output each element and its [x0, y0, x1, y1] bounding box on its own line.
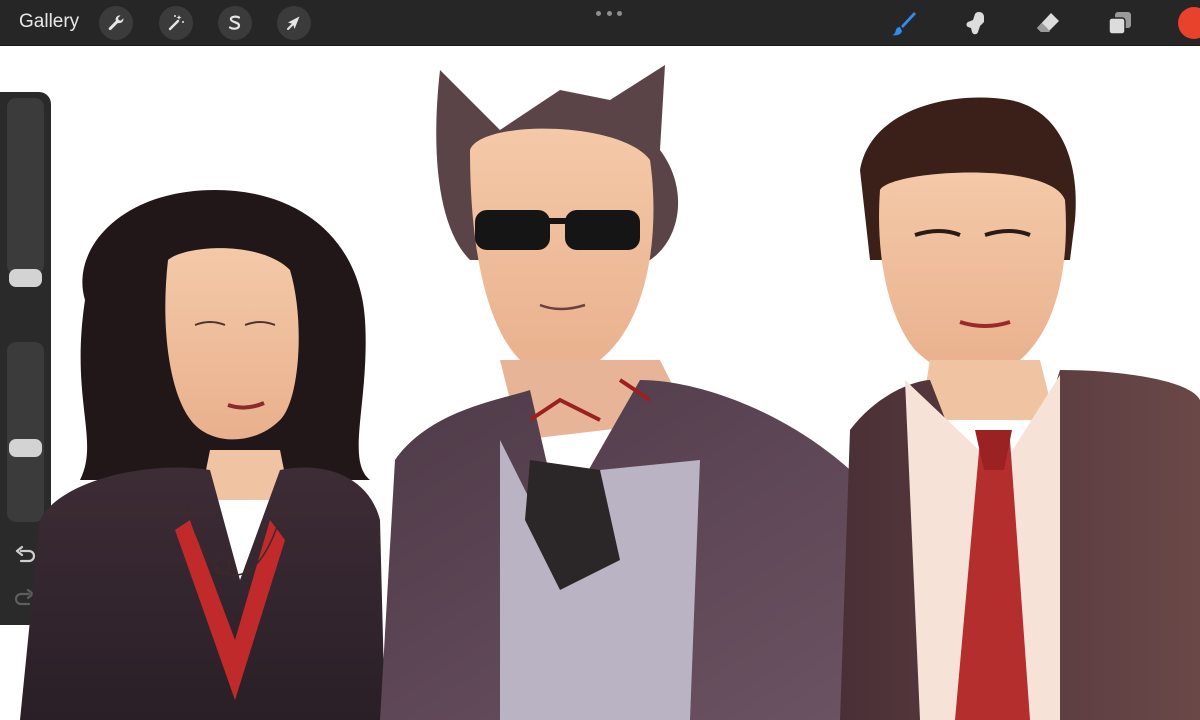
- left-figure: [20, 190, 385, 720]
- top-toolbar: Gallery: [0, 0, 1200, 46]
- middle-figure: [380, 65, 920, 720]
- transform-button[interactable]: [277, 6, 311, 40]
- ellipsis-dot: [617, 10, 622, 16]
- wrench-icon: [108, 15, 124, 31]
- color-picker-button[interactable]: [1178, 7, 1200, 39]
- selection-s-icon: [228, 15, 241, 30]
- eraser-tool-button[interactable]: [1033, 8, 1063, 38]
- right-figure: [840, 97, 1200, 720]
- ellipsis-icon: [596, 10, 601, 16]
- smudge-icon: [966, 12, 984, 35]
- arrow-cursor-icon: [287, 16, 300, 30]
- brush-tool-button[interactable]: [889, 8, 919, 38]
- layers-icon: [1108, 12, 1131, 35]
- drawing-canvas[interactable]: [0, 46, 1200, 720]
- adjustments-button[interactable]: [159, 6, 193, 40]
- ellipsis-dot: [606, 10, 612, 16]
- smudge-tool-button[interactable]: [961, 8, 991, 38]
- actions-button[interactable]: [99, 6, 133, 40]
- eraser-icon: [1037, 13, 1059, 32]
- selection-button[interactable]: [218, 6, 252, 40]
- magic-wand-icon: [168, 15, 184, 31]
- gallery-button[interactable]: Gallery: [19, 11, 79, 33]
- brush-icon: [892, 12, 916, 36]
- layers-button[interactable]: [1105, 8, 1135, 38]
- more-options-button[interactable]: [596, 8, 622, 18]
